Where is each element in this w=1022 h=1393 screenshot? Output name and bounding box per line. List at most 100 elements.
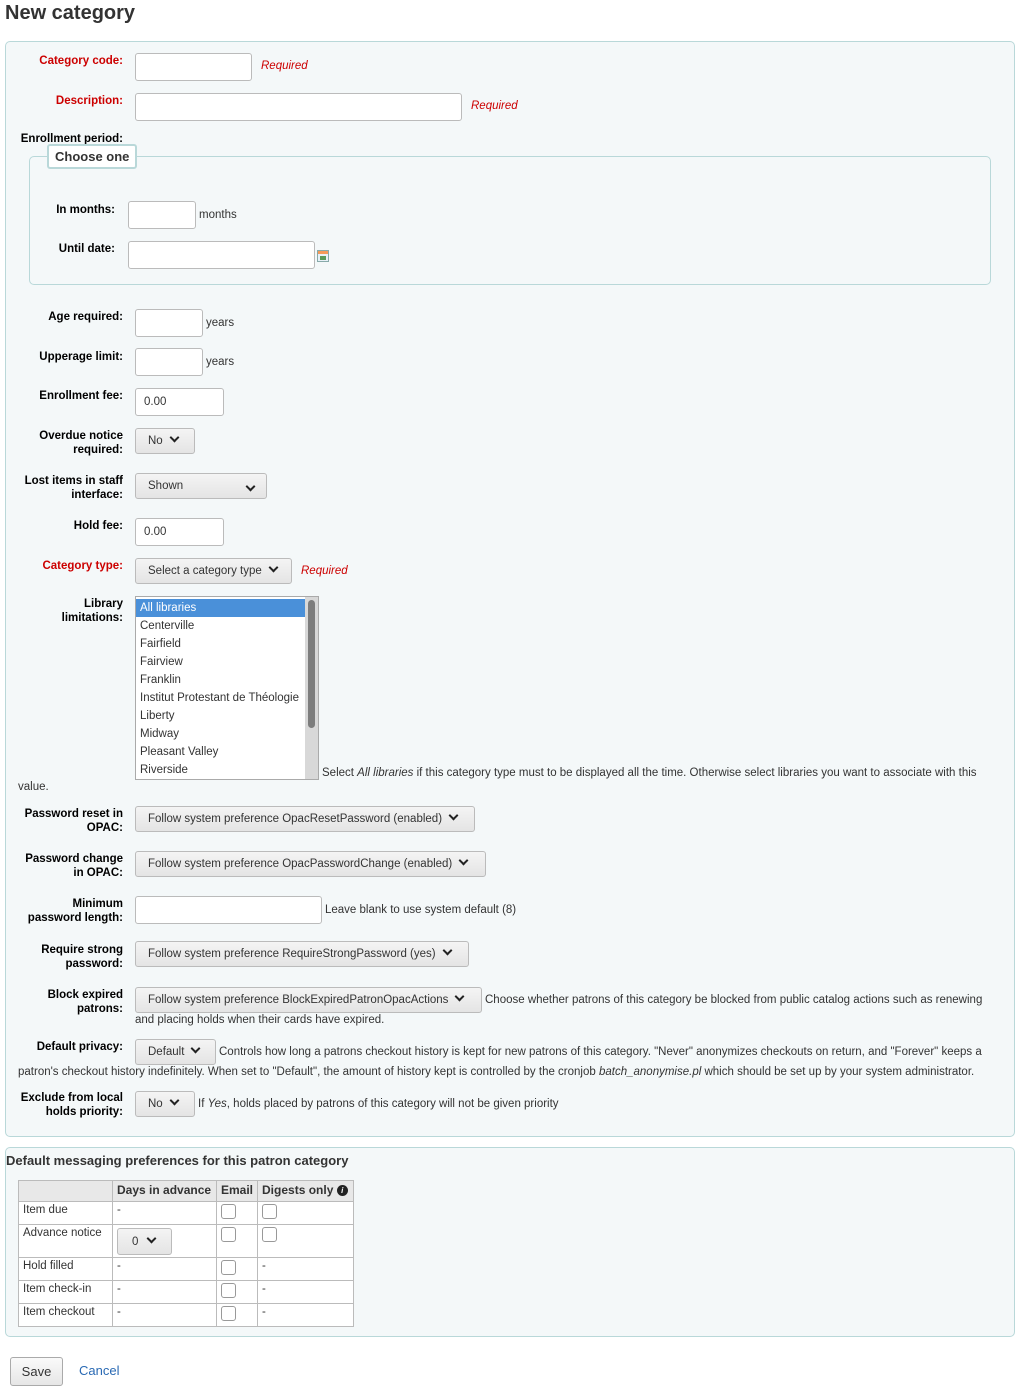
calendar-icon[interactable] [317,250,329,262]
email-checkbox[interactable] [221,1260,236,1275]
row-name: Hold filled [18,1257,113,1281]
row-days: - [112,1201,217,1225]
enrollment-fee-label: Enrollment fee: [39,390,123,402]
category-type-select[interactable]: Select a category type [135,558,292,584]
overdue-notice-value: No [148,435,163,447]
library-option[interactable]: Fairfield [136,635,306,653]
row-days: - [112,1257,217,1281]
block-expired-select[interactable]: Follow system preference BlockExpiredPat… [135,987,482,1013]
hint-emphasis: Yes [207,1098,227,1110]
strong-password-select[interactable]: Follow system preference RequireStrongPa… [135,941,469,967]
age-required-unit: years [206,317,235,329]
upperage-limit-input[interactable] [135,348,203,376]
chevron-down-icon [169,432,180,443]
chevron-down-icon [146,1233,157,1244]
table-row: Item due - [18,1201,355,1225]
email-checkbox[interactable] [221,1204,236,1219]
hint-text: patron's checkout history indefinitely. … [18,1066,599,1078]
digest-cell: - [257,1280,355,1304]
hint-text: Select [322,767,358,779]
email-cell [215,1303,259,1327]
description-input[interactable] [135,93,462,121]
lost-items-label-line2: interface: [71,489,123,501]
exclude-local-holds-select[interactable]: No [135,1091,195,1117]
min-password-length-input[interactable] [135,896,322,924]
chevron-down-icon [442,945,453,956]
library-option[interactable]: Pleasant Valley [136,743,306,761]
library-option[interactable]: Fairview [136,653,306,671]
email-cell [215,1257,259,1281]
hold-fee-input[interactable] [135,518,224,546]
age-required-input[interactable] [135,309,203,337]
digest-checkbox[interactable] [262,1227,278,1242]
email-checkbox[interactable] [221,1306,236,1321]
chevron-down-icon [245,481,256,492]
until-date-input[interactable] [128,241,315,269]
chevron-down-icon [448,810,459,821]
enrollment-fee-input[interactable] [135,388,224,416]
hold-fee-label: Hold fee: [73,520,123,532]
library-option[interactable]: Institut Protestant de Théologie [136,689,306,707]
row-name: Item checkout [18,1303,113,1327]
category-type-required: Required [301,565,348,577]
listbox-scrollbar[interactable] [305,597,318,779]
email-cell [215,1224,259,1258]
library-option[interactable]: Franklin [136,671,306,689]
listbox-scroll-thumb[interactable] [308,600,315,728]
library-option[interactable]: Midway [136,725,306,743]
column-header [18,1180,113,1202]
library-option[interactable]: Liberty [136,707,306,725]
cancel-link[interactable]: Cancel [79,1363,119,1378]
password-reset-select[interactable]: Follow system preference OpacResetPasswo… [135,806,475,832]
hint-emphasis: All libraries [357,767,414,779]
days-in-advance-select[interactable]: 0 [117,1228,172,1255]
until-date-label: Until date: [58,243,115,255]
table-row: Hold filled - - [18,1257,355,1281]
column-header-email: Email [215,1180,259,1202]
chevron-down-icon [190,1043,201,1054]
password-change-select[interactable]: Follow system preference OpacPasswordCha… [135,851,486,877]
block-expired-value: Follow system preference BlockExpiredPat… [148,994,449,1006]
overdue-notice-label-line2: required: [73,444,123,456]
category-code-input[interactable] [135,53,252,81]
hint-emphasis: batch_anonymise.pl [598,1066,702,1078]
digest-cell [257,1224,355,1258]
library-limitations-hint-wrap: value. [18,781,49,793]
lost-items-select[interactable]: Shown [135,473,267,499]
chevron-down-icon [268,562,279,573]
library-option[interactable]: All libraries [136,599,306,617]
min-password-length-hint: Leave blank to use system default (8) [325,904,517,916]
column-header-digests: Digests only i [257,1180,355,1202]
library-option[interactable]: Centerville [136,617,306,635]
chevron-down-icon [169,1095,180,1106]
info-icon[interactable]: i [336,1185,348,1197]
block-expired-label-line2: patrons: [77,1003,123,1015]
hint-text: , holds placed by patrons of this catego… [226,1098,559,1110]
in-months-unit: months [199,209,237,221]
hint-text: if this category type must to be display… [413,767,977,779]
password-change-value: Follow system preference OpacPasswordCha… [148,858,453,870]
email-checkbox[interactable] [221,1227,236,1242]
digest-checkbox[interactable] [262,1204,278,1219]
password-change-label-line2: in OPAC: [73,867,123,879]
block-expired-hint: Choose whether patrons of this category … [485,994,983,1006]
library-option[interactable]: Riverside [136,761,306,779]
exclude-local-holds-label: Exclude from local holds priority: [5,1091,123,1119]
row-days: - [112,1280,217,1304]
library-limitations-label-line2: limitations: [61,612,123,624]
overdue-notice-label: Overdue notice required: [5,429,123,457]
chevron-down-icon [454,991,465,1002]
lost-items-value: Shown [148,480,184,492]
digest-cell: - [257,1303,355,1327]
digests-label: Digests only [262,1183,334,1197]
save-button[interactable]: Save [10,1357,63,1386]
row-days: - [112,1303,217,1327]
email-checkbox[interactable] [221,1283,236,1298]
library-limitations-listbox[interactable]: All libraries Centerville Fairfield Fair… [135,596,319,780]
in-months-input[interactable] [128,201,196,229]
default-privacy-select[interactable]: Default [135,1039,216,1065]
table-row: Item check-in - - [18,1280,355,1304]
overdue-notice-select[interactable]: No [135,428,195,454]
upperage-limit-unit: years [206,356,235,368]
default-privacy-label: Default privacy: [36,1041,123,1053]
